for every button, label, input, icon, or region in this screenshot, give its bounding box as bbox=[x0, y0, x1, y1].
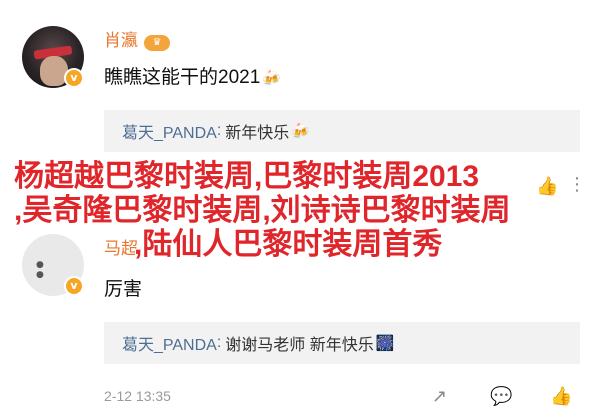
overlay-line-2: ,吴奇隆巴黎时装周,刘诗诗巴黎时装周 bbox=[14, 194, 511, 227]
comment-timestamp: 2-12 13:35 bbox=[104, 388, 171, 404]
verified-badge-icon: v bbox=[64, 68, 84, 88]
beer-icon: 🍻 bbox=[291, 123, 310, 140]
reply-box[interactable]: 葛天_PANDA: 新年快乐 🍻 bbox=[104, 110, 580, 152]
comment-icon[interactable]: 💬 bbox=[490, 386, 512, 407]
overlay-line-1: 杨超越巴黎时装周,巴黎时装周2013 bbox=[14, 160, 480, 193]
reply-username[interactable]: 葛天_PANDA bbox=[122, 331, 217, 355]
reply-username[interactable]: 葛天_PANDA bbox=[122, 119, 217, 143]
verified-badge-icon: v bbox=[64, 276, 84, 296]
fireworks-icon: 🎆 bbox=[375, 335, 395, 352]
beer-icon: 🍻 bbox=[262, 70, 281, 87]
share-icon[interactable]: ↗ bbox=[432, 386, 447, 407]
reply-text: 谢谢马老师 新年快乐 bbox=[225, 337, 374, 354]
like-icon[interactable]: 👍 bbox=[550, 386, 572, 407]
comment-text: 厉害 bbox=[104, 279, 143, 300]
comment-text: 瞧瞧这能干的2021 🍻 bbox=[104, 67, 281, 88]
reply-text: 新年快乐 bbox=[225, 125, 290, 142]
reply-box[interactable]: 葛天_PANDA: 谢谢马老师 新年快乐 🎆 bbox=[104, 322, 580, 364]
overlay-line-3: ,陆仙人巴黎时装周首秀 bbox=[134, 228, 443, 261]
overlay-title: 杨超越巴黎时装周,巴黎时装周2013 ,吴奇隆巴黎时装周,刘诗诗巴黎时装周 ,陆… bbox=[14, 160, 586, 262]
comment-username[interactable]: 肖瀛 ♛ bbox=[104, 26, 170, 51]
avatar[interactable]: v bbox=[22, 26, 84, 88]
vip-badge-icon: ♛ bbox=[144, 35, 170, 51]
